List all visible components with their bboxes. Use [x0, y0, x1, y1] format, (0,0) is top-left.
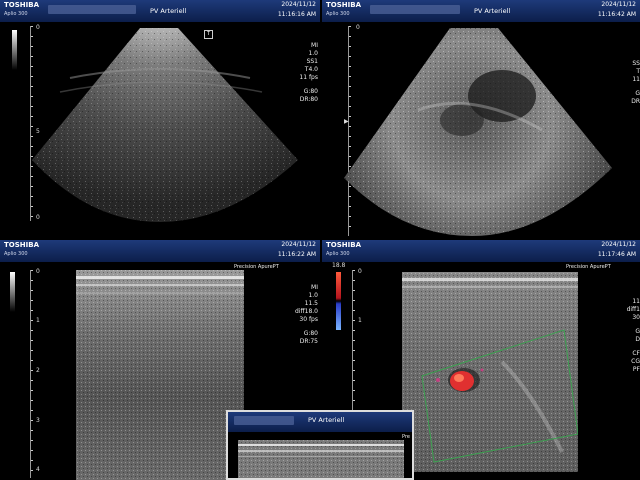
- model-label: Aplio 300: [4, 251, 28, 257]
- sector-image: [344, 28, 612, 236]
- depth-tick: [31, 330, 33, 331]
- exam-title: PV Arteriell: [308, 416, 345, 424]
- acquisition-params: MI 1.0 SS1 T4.0 11 fps G:80 DR:80: [299, 42, 318, 103]
- panel-header: TOSHIBA Aplio 300 2024/11/12 11:17:46 AM: [322, 240, 640, 262]
- depth-tick: [353, 330, 355, 331]
- depth-tick: [31, 450, 33, 451]
- depth-tick: [31, 440, 33, 441]
- depth-label-2: 2: [36, 367, 40, 374]
- ultrasound-panel-top-right: TOSHIBA Aplio 300 PV Arteriell 2024/11/1…: [322, 0, 640, 240]
- roi-and-flow-overlay: [421, 329, 578, 463]
- depth-tick: [31, 390, 33, 391]
- depth-tick: [353, 300, 355, 301]
- grayscale-bar: [10, 272, 15, 312]
- depth-tick: [31, 350, 33, 351]
- depth-tick: [31, 300, 33, 301]
- depth-tick: [353, 290, 355, 291]
- panel-header: PV Arteriell: [228, 412, 412, 432]
- color-doppler-scale: [336, 272, 341, 330]
- color-roi-box: [421, 329, 578, 463]
- brand-label: TOSHIBA: [4, 241, 39, 249]
- exam-time: 11:16:22 AM: [277, 251, 316, 258]
- depth-tick: [31, 410, 33, 411]
- depth-tick: [31, 420, 33, 421]
- panel-header: TOSHIBA Aplio 300 2024/11/12 11:16:22 AM: [0, 240, 320, 262]
- ultrasound-panel-top-left: TOSHIBA Aplio 300 PV Arteriell 2024/11/1…: [0, 0, 320, 240]
- depth-tick: [353, 350, 355, 351]
- depth-label-0: 0: [36, 268, 40, 275]
- brand-label: TOSHIBA: [326, 241, 361, 249]
- depth-label-1: 1: [36, 317, 40, 324]
- depth-label-0: 0: [358, 268, 362, 275]
- depth-tick: [353, 320, 355, 321]
- ultrasound-panel-inset: PV Arteriell Pre: [226, 410, 414, 480]
- anonymized-patient-field: [234, 416, 294, 425]
- model-label: Aplio 300: [326, 251, 350, 257]
- exam-date: 2024/11/12: [281, 241, 316, 248]
- depth-tick: [353, 340, 355, 341]
- depth-scale: [30, 270, 33, 478]
- depth-tick: [353, 310, 355, 311]
- depth-tick: [31, 320, 33, 321]
- depth-tick: [31, 430, 33, 431]
- depth-label-4: 4: [36, 466, 40, 473]
- depth-tick: [31, 380, 33, 381]
- preset-label: Precision ApurePT: [566, 264, 611, 270]
- depth-scale: [352, 270, 355, 420]
- acquisition-params: SS T 11 G DR: [631, 60, 640, 105]
- depth-tick: [31, 310, 33, 311]
- depth-label-1: 1: [358, 317, 362, 324]
- depth-tick: [31, 370, 33, 371]
- depth-tick: [31, 460, 33, 461]
- depth-tick: [31, 400, 33, 401]
- exam-date: 2024/11/12: [601, 241, 636, 248]
- exam-time: 11:17:46 AM: [597, 251, 636, 258]
- depth-tick: [353, 270, 355, 271]
- color-scale-value: 18.8: [332, 262, 346, 269]
- acquisition-params: 11 diff1 30 GD CF CG PF: [626, 298, 640, 373]
- depth-tick: [353, 280, 355, 281]
- depth-tick: [353, 390, 355, 391]
- depth-tick: [353, 400, 355, 401]
- depth-tick: [353, 360, 355, 361]
- linear-image: [238, 440, 404, 478]
- depth-label-3: 3: [36, 417, 40, 424]
- depth-tick: [353, 370, 355, 371]
- acquisition-params: MI 1.0 11.5 diff18.0 30 fps G:80 DR:75: [295, 284, 318, 345]
- depth-tick: [31, 340, 33, 341]
- depth-tick: [31, 360, 33, 361]
- depth-tick: [31, 270, 33, 271]
- depth-tick: [31, 470, 33, 471]
- depth-tick: [31, 280, 33, 281]
- depth-tick: [31, 290, 33, 291]
- depth-tick: [353, 380, 355, 381]
- linear-image: [76, 270, 244, 480]
- sector-image: [32, 28, 298, 222]
